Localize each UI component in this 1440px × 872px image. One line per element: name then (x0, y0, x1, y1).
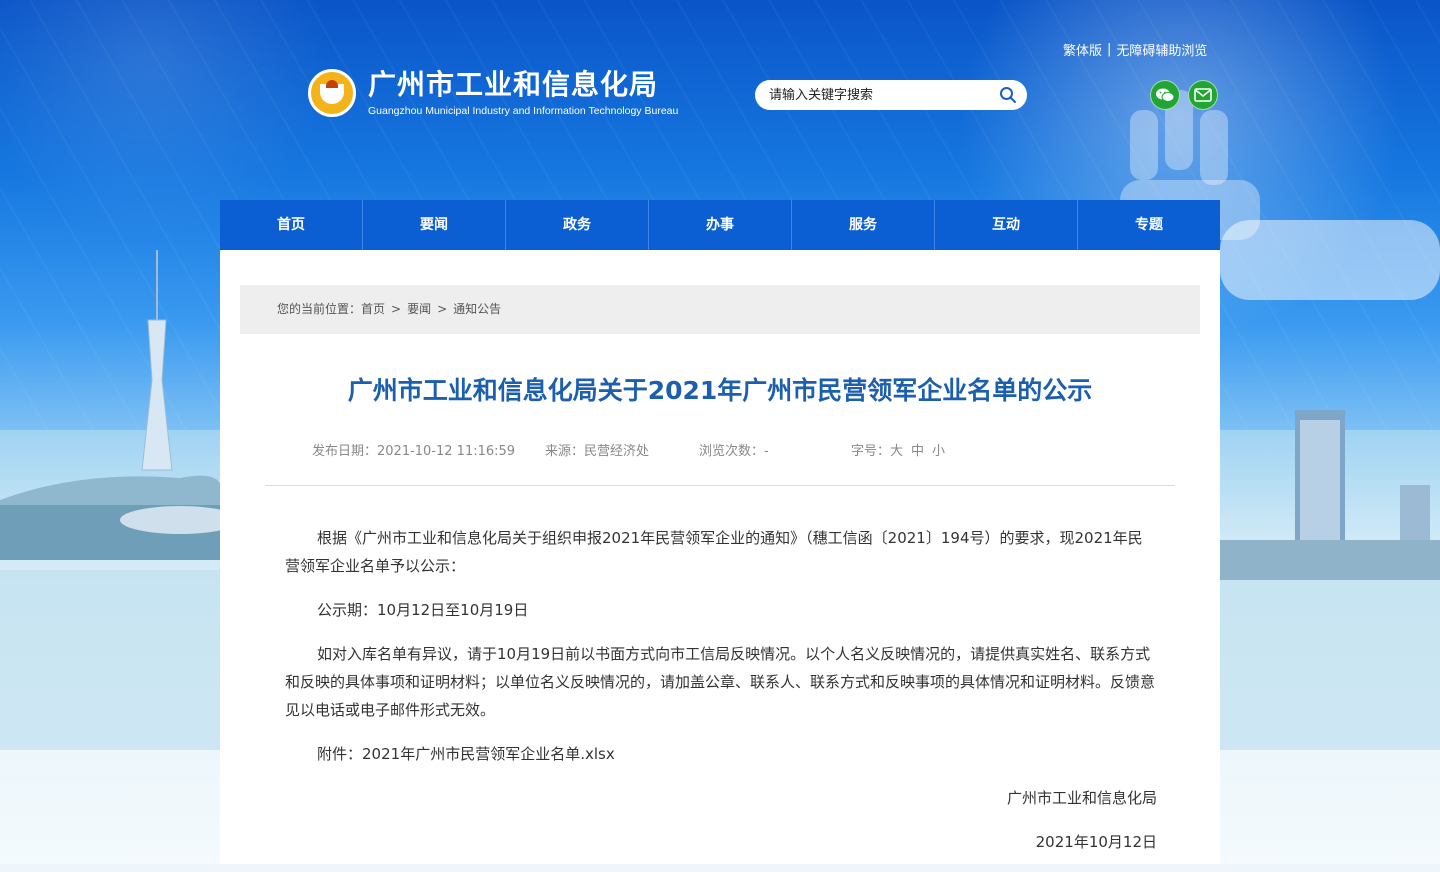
breadcrumb-home[interactable]: 首页 (361, 285, 385, 334)
nav-news[interactable]: 要闻 (363, 200, 506, 250)
attachment-label: 附件： (317, 745, 363, 763)
nav-interaction[interactable]: 互动 (935, 200, 1078, 250)
publish-date: 发布日期：2021-10-12 11:16:59 (312, 444, 516, 459)
accessibility-link[interactable]: 无障碍辅助浏览 (1116, 40, 1207, 59)
nav-home[interactable]: 首页 (220, 200, 363, 250)
search-input[interactable] (767, 86, 999, 104)
attachment-link[interactable]: 2021年广州市民营领军企业名单.xlsx (362, 745, 615, 763)
article-panel: 您的当前位置： 首页 > 要闻 > 通知公告 广州市工业和信息化局关于2021年… (220, 250, 1220, 864)
breadcrumb-prefix: 您的当前位置： (277, 302, 362, 316)
article-meta: 发布日期：2021-10-12 11:16:59 来源：民营经济处 浏览次数：-… (312, 440, 945, 459)
nav-topics[interactable]: 专题 (1078, 200, 1220, 250)
font-size-large[interactable]: 大 (890, 440, 903, 459)
breadcrumb-separator: > (437, 302, 448, 316)
site-title-cn: 广州市工业和信息化局 (368, 68, 659, 101)
main-nav: 首页 要闻 政务 办事 服务 互动 专题 (220, 200, 1220, 250)
divider (265, 485, 1175, 486)
article-title: 广州市工业和信息化局关于2021年广州市民营领军企业名单的公示 (347, 376, 1093, 405)
paragraph: 根据《广州市工业和信息化局关于组织申报2021年民营领军企业的通知》（穗工信函〔… (285, 529, 1143, 575)
wechat-icon[interactable] (1150, 80, 1180, 110)
font-size-medium[interactable]: 中 (911, 440, 924, 459)
nav-services-affairs[interactable]: 办事 (649, 200, 792, 250)
article-source: 来源：民营经济处 (545, 444, 650, 459)
mail-icon[interactable] (1188, 80, 1218, 110)
view-count: 浏览次数：- (699, 444, 769, 459)
breadcrumb-news[interactable]: 要闻 (407, 285, 431, 334)
traditional-chinese-link[interactable]: 繁体版 (1063, 40, 1102, 59)
site-title-en: Guangzhou Municipal Industry and Informa… (368, 105, 679, 117)
article-body: 根据《广州市工业和信息化局关于组织申报2021年民营领军企业的通知》（穗工信函〔… (285, 524, 1157, 872)
nav-government[interactable]: 政务 (506, 200, 649, 250)
signature-date: 2021年10月12日 (1035, 833, 1157, 851)
breadcrumb-separator: > (391, 302, 402, 316)
social-links (1150, 80, 1218, 110)
nav-services[interactable]: 服务 (792, 200, 935, 250)
attachment-paragraph: 附件：2021年广州市民营领军企业名单.xlsx (285, 740, 1157, 768)
search-box (755, 80, 1027, 110)
font-size-label: 字号： (851, 444, 891, 459)
font-size-small[interactable]: 小 (932, 440, 945, 459)
breadcrumb-notices[interactable]: 通知公告 (453, 285, 501, 334)
signature: 广州市工业和信息化局 (1006, 789, 1157, 807)
top-links: 繁体版 | 无障碍辅助浏览 (1063, 40, 1207, 59)
paragraph: 如对入库名单有异议，请于10月19日前以书面方式向市工信局反映情况。以个人名义反… (285, 645, 1156, 719)
paragraph: 公示期：10月12日至10月19日 (317, 601, 529, 619)
site-logo[interactable]: 广州市工业和信息化局 Guangzhou Municipal Industry … (308, 68, 678, 118)
search-icon[interactable] (999, 86, 1017, 104)
breadcrumb: 您的当前位置： 首页 > 要闻 > 通知公告 (240, 285, 1200, 334)
emblem-icon (308, 69, 356, 117)
link-separator: | (1107, 42, 1112, 57)
